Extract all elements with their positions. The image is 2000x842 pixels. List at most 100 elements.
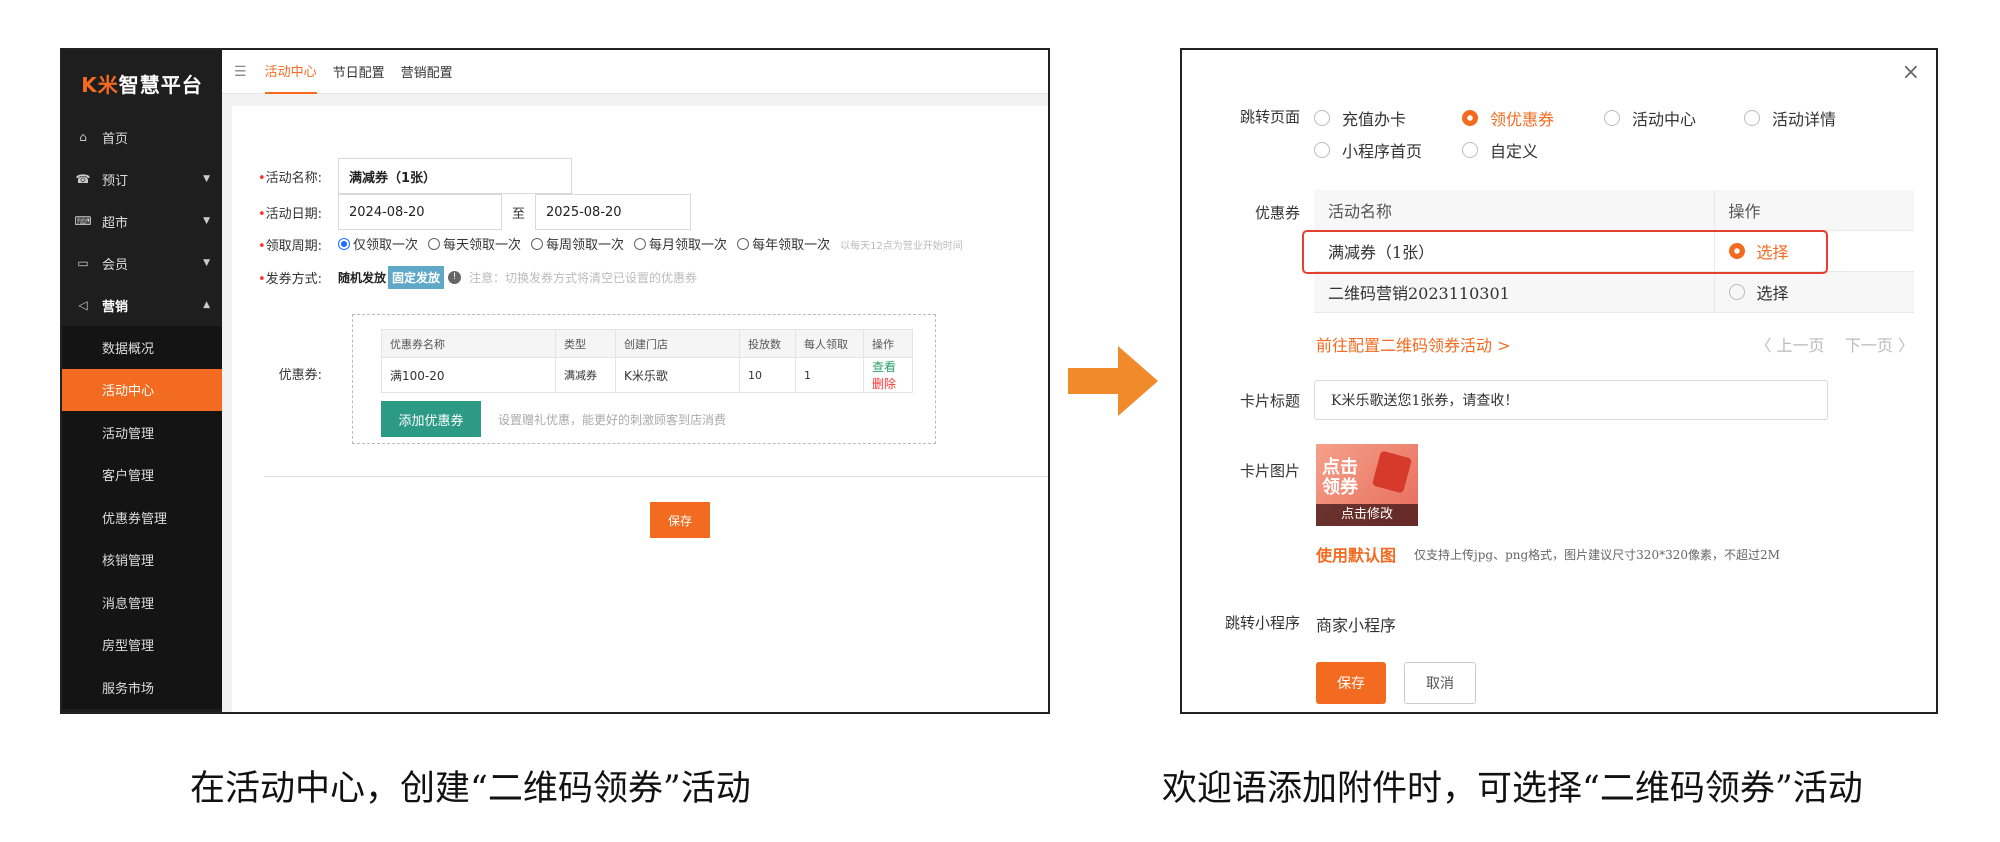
col-coupon-name: 优惠券名称 (381, 329, 556, 358)
card-image-thumbnail[interactable]: 点击 领券 点击修改 (1316, 444, 1418, 526)
claim-period-label: •领取周期: (257, 238, 322, 254)
jump-option-recharge[interactable]: 充值办卡 (1314, 106, 1406, 130)
arrow-right-icon (1068, 346, 1158, 416)
thumb-text: 点击 领券 (1322, 457, 1358, 498)
sidebar-subitem[interactable]: 数据概况 (62, 326, 222, 369)
jump-page-label: 跳转页面 (1239, 108, 1300, 126)
col-actions: 操作 (863, 329, 913, 358)
issue-method-label: •发券方式: (257, 271, 322, 287)
cell-actions: 查看 删除 (863, 357, 913, 393)
chevron-up-icon: ▲ (203, 300, 210, 310)
caption-right: 欢迎语添加附件时，可选择“二维码领券”活动 (1162, 769, 1863, 809)
cell-type: 满减券 (555, 357, 616, 393)
sidebar-subitem[interactable]: 房型管理 (62, 623, 222, 666)
next-page-button[interactable]: 下一页 〉 (1845, 336, 1914, 355)
jump-option-custom[interactable]: 自定义 (1462, 138, 1538, 162)
config-qr-coupon-link[interactable]: 前往配置二维码领券活动 > (1316, 332, 1511, 356)
coupon-table-header: 优惠券名称 类型 创建门店 投放数 每人领取 操作 (381, 329, 913, 358)
view-link[interactable]: 查看 (872, 360, 896, 374)
sidebar-item[interactable]: ⌂ 首页 (62, 116, 222, 158)
member-card-icon: ▭ (77, 256, 89, 270)
table-row: 满100-20 满减券 K米乐歌 10 1 查看 删除 (381, 357, 913, 393)
period-hint: 以每天12点为营业开始时间 (840, 240, 963, 252)
row-activity-name: 二维码营销2023110301 (1314, 271, 1714, 313)
card-title-input[interactable]: K米乐歌送您1张券，请查收！ (1314, 380, 1828, 420)
red-envelope-icon (1371, 450, 1413, 494)
sidebar-item-label: 超市 (102, 215, 129, 231)
chevron-down-icon: ▼ (203, 216, 210, 226)
sidebar-item[interactable]: ☎ 预订 ▼ (62, 158, 222, 200)
card-image-label: 卡片图片 (1239, 462, 1300, 480)
close-icon[interactable]: × (1902, 60, 1920, 85)
sidebar-subitem[interactable]: 客户管理 (62, 453, 222, 496)
sidebar-subitem[interactable]: 活动中心 (62, 368, 222, 411)
activity-name-label: •活动名称: (257, 170, 322, 186)
delete-link[interactable]: 删除 (872, 377, 896, 391)
issue-fixed-button[interactable]: 固定发放 (388, 265, 445, 289)
period-option-radio[interactable]: 每年领取一次 (737, 234, 830, 253)
home-icon: ⌂ (79, 130, 87, 144)
cell-store: K米乐歌 (615, 357, 740, 393)
sidebar-subitem[interactable]: 活动管理 (62, 411, 222, 454)
sidebar-subitem[interactable]: 消息管理 (62, 581, 222, 624)
chevron-down-icon: ▼ (203, 258, 210, 268)
add-coupon-hint: 设置赠礼优惠，能更好的刺激顾客到店消费 (498, 413, 727, 427)
divider (264, 476, 1048, 477)
period-option-radio[interactable]: 每天领取一次 (428, 234, 521, 253)
jump-option-activity-detail[interactable]: 活动详情 (1744, 106, 1836, 130)
content-area: •活动名称: 满减券（1张） •活动日期: 2024-08-20 至 2025-… (222, 94, 1048, 712)
save-button[interactable]: 保存 (650, 502, 710, 538)
row-issue-method: •发券方式: 随机发放 固定发放 ! 注意：切换发券方式将清空已设置的优惠券 (232, 265, 698, 289)
logo: K米 智慧平台 (62, 50, 222, 116)
right-screenshot: × 跳转页面 充值办卡 领优惠券 活动中心 活动详情 小程序首页 自定义 优惠券… (1180, 48, 1938, 714)
date-start-input[interactable]: 2024-08-20 (338, 194, 502, 230)
period-option-radio[interactable]: 仅领取一次 (338, 234, 418, 253)
logo-text: 智慧平台 (118, 72, 203, 97)
pager: 〈 上一页 下一页 〉 (1755, 332, 1914, 356)
cell-per-person: 1 (795, 357, 864, 393)
sidebar-item[interactable]: ◁ 营销 ▲ (62, 284, 222, 326)
jump-option-coupon[interactable]: 领优惠券 (1462, 106, 1554, 130)
sidebar-subitem[interactable]: 优惠券管理 (62, 496, 222, 539)
megaphone-icon: ◁ (78, 298, 88, 312)
select-radio[interactable]: 选择 (1728, 280, 1789, 304)
cancel-button[interactable]: 取消 (1404, 662, 1476, 704)
use-default-image-link[interactable]: 使用默认图 (1316, 542, 1396, 566)
prev-page-button[interactable]: 〈 上一页 (1755, 336, 1824, 355)
booking-icon: ☎ (75, 172, 91, 186)
edit-image-overlay[interactable]: 点击修改 (1316, 504, 1418, 526)
issue-random-button[interactable]: 随机发放 (338, 269, 386, 286)
add-coupon-button[interactable]: 添加优惠券 (381, 401, 481, 437)
row-activity-name: •活动名称: 满减券（1张） (232, 158, 572, 194)
issue-hint: 注意：切换发券方式将清空已设置的优惠券 (469, 270, 698, 285)
period-option-radio[interactable]: 每周领取一次 (531, 234, 624, 253)
col-store: 创建门店 (615, 329, 740, 358)
sidebar-item[interactable]: ▭ 会员 ▼ (62, 242, 222, 284)
activity-name-input[interactable]: 满减券（1张） (338, 158, 572, 194)
info-icon: ! (448, 270, 462, 284)
jump-option-miniapp-home[interactable]: 小程序首页 (1314, 138, 1422, 162)
coupon-label: 优惠券 (1254, 204, 1300, 222)
sidebar-item[interactable]: ⌨ 超市 ▼ (62, 200, 222, 242)
date-end-input[interactable]: 2025-08-20 (535, 194, 692, 230)
coupon-box: 优惠券名称 类型 创建门店 投放数 每人领取 操作 满100-20 满减券 K米… (352, 314, 936, 444)
chevron-down-icon: ▼ (203, 174, 210, 184)
row-claim-period: •领取周期: 仅领取一次 每天领取一次 每周领取一次 每月领取一次 每年领取一次 以每天… (232, 234, 963, 254)
logo-mark: K米 (81, 72, 119, 97)
date-separator: 至 (512, 206, 526, 222)
caption-left: 在活动中心，创建“二维码领券”活动 (190, 769, 751, 809)
menu-toggle-icon[interactable]: ☰ (234, 64, 247, 80)
tab-marketing-config[interactable]: 营销配置 (401, 50, 453, 94)
activity-table-header: 活动名称 操作 (1314, 190, 1914, 231)
col-action: 操作 (1713, 190, 1914, 231)
sidebar-subitem[interactable]: 服务市场 (62, 666, 222, 709)
period-option-radio[interactable]: 每月领取一次 (634, 234, 727, 253)
save-button[interactable]: 保存 (1316, 662, 1386, 704)
tab-holiday-config[interactable]: 节日配置 (333, 50, 385, 94)
sidebar-subitem[interactable]: 核销管理 (62, 538, 222, 581)
tab-activity-center[interactable]: 活动中心 (264, 50, 317, 94)
sidebar-item-label: 会员 (102, 257, 129, 273)
topbar: ☰ 活动中心 节日配置 营销配置 (222, 50, 1048, 94)
jump-option-activity-center[interactable]: 活动中心 (1604, 106, 1696, 130)
sidebar-item-label: 首页 (102, 131, 129, 147)
